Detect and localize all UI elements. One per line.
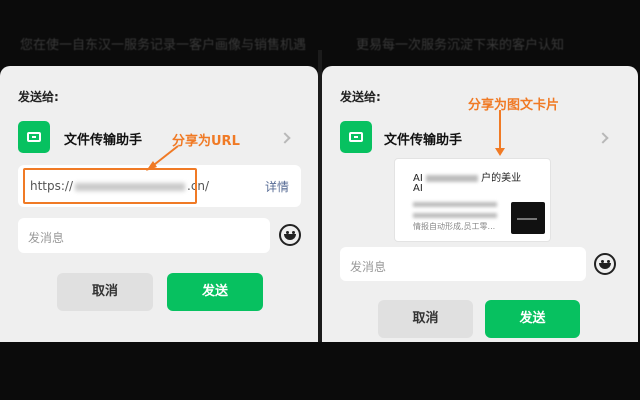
screenshot-stage: 您在使一自东汉一服务记录一客户画像与销售机遇 更易每一次服务沉淀下来的客户认知 … [0, 0, 640, 400]
card-arrow-head [495, 148, 505, 156]
url-arrow-head [146, 161, 157, 171]
annotation-arrows [146, 110, 505, 171]
